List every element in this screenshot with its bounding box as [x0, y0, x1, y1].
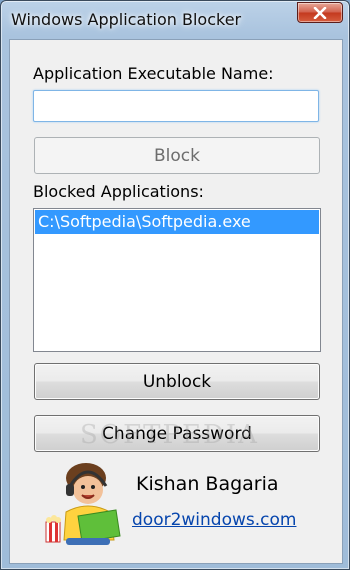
blocked-apps-list[interactable]: C:\Softpedia\Softpedia.exe — [33, 208, 321, 352]
window-title: Windows Application Blocker — [11, 10, 242, 29]
app-window: Windows Application Blocker Application … — [0, 0, 350, 570]
client-area: Application Executable Name: Block Block… — [9, 39, 343, 564]
exe-name-input[interactable] — [33, 90, 319, 122]
close-button[interactable] — [297, 2, 343, 23]
unblock-button[interactable]: Unblock — [34, 363, 320, 400]
change-password-button[interactable]: Change Password — [34, 415, 320, 452]
block-button[interactable]: Block — [34, 137, 320, 174]
title-bar[interactable]: Windows Application Blocker — [1, 1, 349, 39]
blocked-apps-label: Blocked Applications: — [33, 182, 204, 201]
exe-name-label: Application Executable Name: — [33, 64, 274, 83]
list-item[interactable]: C:\Softpedia\Softpedia.exe — [35, 210, 319, 234]
mascot-icon — [44, 460, 124, 546]
author-name: Kishan Bagaria — [136, 473, 279, 495]
website-link[interactable]: door2windows.com — [132, 510, 296, 530]
close-icon — [313, 6, 327, 19]
